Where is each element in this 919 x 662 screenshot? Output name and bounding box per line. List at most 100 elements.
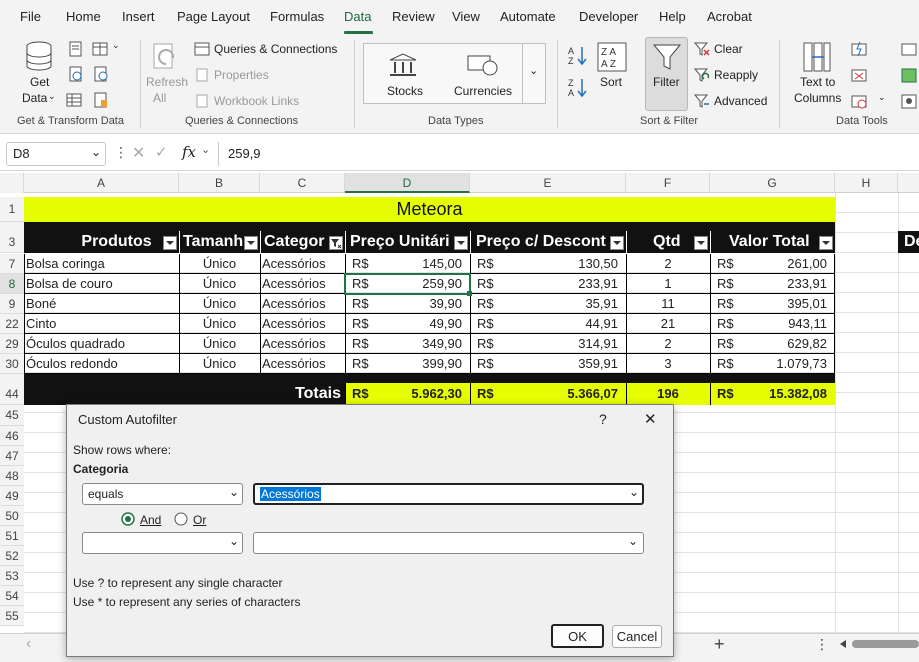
text-to-columns-icon[interactable] xyxy=(802,41,832,73)
reapply-button[interactable]: Reapply xyxy=(714,68,758,82)
row-header[interactable]: 53 xyxy=(0,566,24,586)
menu-automate[interactable]: Automate xyxy=(500,9,556,24)
stocks-button[interactable]: Stocks xyxy=(387,84,423,98)
formula-input[interactable]: 259,9 xyxy=(218,142,919,166)
clear-filter-icon[interactable] xyxy=(694,41,710,57)
row-header[interactable]: 1 xyxy=(0,197,24,222)
queries-icon[interactable] xyxy=(194,41,210,57)
refresh-all-label[interactable]: All xyxy=(153,91,166,105)
row-header[interactable]: 9 xyxy=(0,294,24,314)
refresh-label[interactable]: Refresh xyxy=(146,75,188,89)
remove-duplicates-icon[interactable] xyxy=(851,67,867,83)
column-header-e[interactable]: E xyxy=(470,173,626,193)
menu-review[interactable]: Review xyxy=(392,9,435,24)
value-combo-1[interactable]: Acessórios ⌄ xyxy=(253,483,644,505)
sort-az-icon[interactable]: AZ xyxy=(566,44,588,66)
stocks-icon[interactable] xyxy=(388,52,418,78)
row-header[interactable]: 54 xyxy=(0,586,24,606)
refresh-icon[interactable] xyxy=(150,42,182,74)
existing-connections-icon[interactable] xyxy=(93,92,109,108)
row-header[interactable]: 55 xyxy=(0,606,24,626)
column-header-g[interactable]: G xyxy=(710,173,835,193)
advanced-button[interactable]: Advanced xyxy=(714,94,767,108)
consolidate-icon[interactable] xyxy=(901,41,917,57)
menu-acrobat[interactable]: Acrobat xyxy=(707,9,752,24)
relationships-icon[interactable] xyxy=(901,67,917,83)
from-table-icon[interactable] xyxy=(66,92,82,108)
row-header[interactable]: 46 xyxy=(0,426,24,446)
select-all-corner[interactable] xyxy=(0,173,24,193)
fill-handle[interactable] xyxy=(467,291,472,296)
menu-formulas[interactable]: Formulas xyxy=(270,9,324,24)
menu-insert[interactable]: Insert xyxy=(122,9,155,24)
from-web-icon[interactable] xyxy=(68,66,84,82)
insert-function-icon[interactable]: fx xyxy=(182,143,196,161)
database-icon[interactable] xyxy=(24,40,54,74)
manage-data-model-icon[interactable] xyxy=(901,93,917,109)
reapply-icon[interactable] xyxy=(694,67,710,83)
columns-label[interactable]: Columns xyxy=(794,91,841,105)
row-header[interactable]: 29 xyxy=(0,334,24,354)
column-header-h[interactable]: H xyxy=(835,173,898,193)
workbook-links-button[interactable]: Workbook Links xyxy=(214,94,299,108)
menu-page-layout[interactable]: Page Layout xyxy=(177,9,250,24)
row-header[interactable]: 22 xyxy=(0,314,24,334)
data-validation-icon[interactable] xyxy=(851,93,867,109)
sort-za-icon[interactable]: ZA xyxy=(566,76,588,98)
menu-file[interactable]: File xyxy=(20,9,41,24)
properties-button[interactable]: Properties xyxy=(214,68,269,82)
more-options-icon[interactable]: ⋮ xyxy=(815,636,829,653)
cancel-button[interactable]: Cancel xyxy=(612,625,662,648)
radio-and-label[interactable]: And xyxy=(140,513,161,527)
menu-developer[interactable]: Developer xyxy=(579,9,638,24)
column-header-a[interactable]: A xyxy=(24,173,179,193)
row-header[interactable]: 49 xyxy=(0,486,24,506)
currencies-icon[interactable] xyxy=(466,52,500,80)
row-header[interactable]: 51 xyxy=(0,526,24,546)
row-header[interactable]: 47 xyxy=(0,446,24,466)
sort-icon[interactable]: Z AA Z xyxy=(597,42,627,72)
row-header[interactable]: 45 xyxy=(0,405,24,426)
row-header[interactable]: 30 xyxy=(0,354,24,374)
name-box[interactable]: D8 ⌄ xyxy=(6,142,106,166)
confirm-edit-icon[interactable]: ✓ xyxy=(155,143,168,161)
currencies-button[interactable]: Currencies xyxy=(454,84,512,98)
operator-select-1[interactable]: equals ⌄ xyxy=(82,483,243,505)
ok-button[interactable]: OK xyxy=(551,624,604,648)
queries-connections-button[interactable]: Queries & Connections xyxy=(214,42,337,56)
text-to-label[interactable]: Text to xyxy=(800,75,835,89)
row-header[interactable]: 52 xyxy=(0,546,24,566)
operator-select-2[interactable]: ⌄ xyxy=(82,532,243,554)
recent-sources-icon[interactable] xyxy=(93,66,109,82)
row-header[interactable]: 8 xyxy=(0,274,24,294)
cancel-edit-icon[interactable]: ✕ xyxy=(132,143,145,163)
sort-button[interactable]: Sort xyxy=(600,75,622,89)
menu-home[interactable]: Home xyxy=(66,9,101,24)
column-header-b[interactable]: B xyxy=(179,173,260,193)
column-header-c[interactable]: C xyxy=(260,173,345,193)
close-icon[interactable]: ✕ xyxy=(644,410,657,428)
row-header[interactable]: 3 xyxy=(0,231,24,253)
scroll-left-icon[interactable] xyxy=(838,639,848,649)
menu-help[interactable]: Help xyxy=(659,9,686,24)
column-header-f[interactable]: F xyxy=(626,173,710,193)
row-header[interactable]: 50 xyxy=(0,506,24,526)
selected-cell-d8[interactable] xyxy=(344,273,471,295)
get-data-label-2[interactable]: Data xyxy=(22,91,47,105)
get-data-label[interactable]: Get xyxy=(30,75,49,89)
row-header[interactable]: 7 xyxy=(0,254,24,274)
menu-data[interactable]: Data xyxy=(344,9,371,24)
radio-and[interactable] xyxy=(121,512,135,526)
menu-view[interactable]: View xyxy=(452,9,480,24)
row-header[interactable]: 48 xyxy=(0,466,24,486)
row-header[interactable]: 44 xyxy=(0,383,24,405)
advanced-filter-icon[interactable] xyxy=(694,93,710,109)
column-header-d[interactable]: D xyxy=(345,173,470,193)
radio-or[interactable] xyxy=(174,512,188,526)
from-text-icon[interactable] xyxy=(68,41,84,57)
more-options-icon[interactable]: ⋮ xyxy=(114,144,128,161)
chevron-left-icon[interactable]: ‹ xyxy=(26,635,31,653)
clear-button[interactable]: Clear xyxy=(714,42,743,56)
help-button[interactable]: ? xyxy=(599,411,607,427)
radio-or-label[interactable]: Or xyxy=(193,513,206,527)
